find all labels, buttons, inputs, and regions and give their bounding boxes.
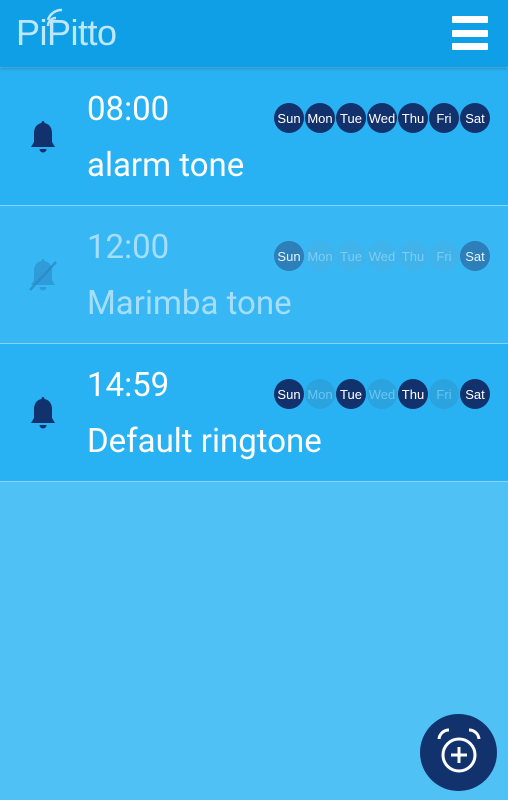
- day-thu[interactable]: Thu: [398, 241, 428, 271]
- alarm-tone: alarm tone: [87, 146, 245, 185]
- day-tue[interactable]: Tue: [336, 379, 366, 409]
- day-sun[interactable]: Sun: [274, 241, 304, 271]
- hamburger-menu-icon: [452, 16, 488, 23]
- alarm-tone: Default ringtone: [87, 422, 322, 461]
- day-sun[interactable]: Sun: [274, 379, 304, 409]
- menu-button[interactable]: [452, 16, 488, 50]
- bell-icon[interactable]: [28, 394, 58, 432]
- alarm-item[interactable]: 12:00 Marimba tone Sun Mon Tue Wed Thu F…: [0, 206, 508, 344]
- day-mon[interactable]: Mon: [305, 241, 335, 271]
- day-sat[interactable]: Sat: [460, 379, 490, 409]
- day-fri[interactable]: Fri: [429, 103, 459, 133]
- alarm-time: 14:59: [87, 366, 170, 405]
- day-fri[interactable]: Fri: [429, 379, 459, 409]
- alarm-item[interactable]: 08:00 alarm tone Sun Mon Tue Wed Thu Fri…: [0, 68, 508, 206]
- day-tue[interactable]: Tue: [336, 103, 366, 133]
- day-mon[interactable]: Mon: [305, 379, 335, 409]
- weekday-selector: Sun Mon Tue Wed Thu Fri Sat: [274, 103, 490, 133]
- day-thu[interactable]: Thu: [398, 103, 428, 133]
- bell-icon[interactable]: [28, 118, 58, 156]
- bell-off-icon[interactable]: [28, 256, 58, 294]
- day-wed[interactable]: Wed: [367, 241, 397, 271]
- day-fri[interactable]: Fri: [429, 241, 459, 271]
- day-tue[interactable]: Tue: [336, 241, 366, 271]
- alarm-item[interactable]: 14:59 Default ringtone Sun Mon Tue Wed T…: [0, 344, 508, 482]
- day-wed[interactable]: Wed: [367, 379, 397, 409]
- add-alarm-icon: [437, 727, 480, 772]
- app-bar: PiPitto: [0, 0, 508, 67]
- weekday-selector: Sun Mon Tue Wed Thu Fri Sat: [274, 379, 490, 409]
- weekday-selector: Sun Mon Tue Wed Thu Fri Sat: [274, 241, 490, 271]
- add-alarm-button[interactable]: [420, 714, 497, 791]
- day-thu[interactable]: Thu: [398, 379, 428, 409]
- alarm-tone: Marimba tone: [87, 284, 292, 323]
- day-sat[interactable]: Sat: [460, 241, 490, 271]
- day-sat[interactable]: Sat: [460, 103, 490, 133]
- signal-waves-icon: [46, 8, 63, 27]
- day-mon[interactable]: Mon: [305, 103, 335, 133]
- alarm-time: 08:00: [87, 90, 170, 129]
- day-wed[interactable]: Wed: [367, 103, 397, 133]
- day-sun[interactable]: Sun: [274, 103, 304, 133]
- alarm-time: 12:00: [87, 228, 170, 267]
